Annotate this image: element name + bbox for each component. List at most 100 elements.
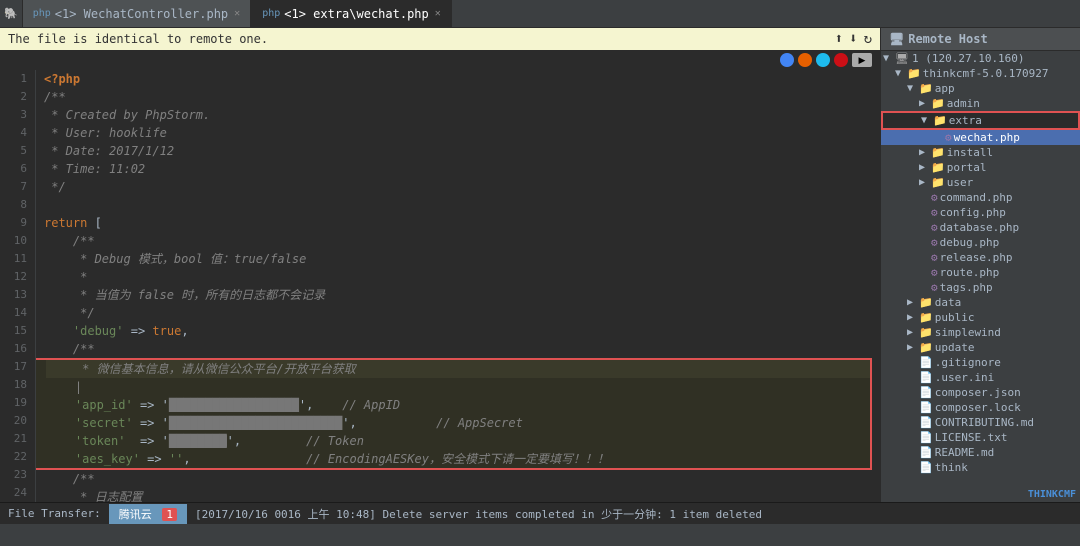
tab-tencent-label: 腾讯云 [119,508,152,521]
firefox-button[interactable] [798,53,812,67]
tree-data[interactable]: ▶ 📁 data [881,295,1080,310]
tree-public[interactable]: ▶ 📁 public [881,310,1080,325]
code-line-11: * Debug 模式，bool 值：true/false [44,250,872,268]
arrow-extra: ▼ [921,115,933,126]
arrow-user: ▶ [919,177,931,188]
tree-tags[interactable]: ⚙ tags.php [881,280,1080,295]
debug-label: debug.php [940,236,1000,249]
tree-thinkcmf[interactable]: ▼ 📁 thinkcmf-5.0.170927 [881,66,1080,81]
tree-update[interactable]: ▶ 📁 update [881,340,1080,355]
arrow-thinkcmf: ▼ [895,68,907,79]
code-line-20: 'secret' => '████████████████████████', … [46,414,870,432]
remote-host-title: Remote Host [908,32,987,46]
refresh-icon[interactable]: ↻ [864,31,872,47]
tree-composer-json[interactable]: 📄 composer.json [881,385,1080,400]
tree-release[interactable]: ⚙ release.php [881,250,1080,265]
server-label: 1 (120.27.10.160) [912,52,1025,65]
remote-host-header: 🖥 Remote Host [881,28,1080,51]
tree-contributing[interactable]: 📄 CONTRIBUTING.md [881,415,1080,430]
close-tab-2[interactable]: ✕ [435,8,441,19]
tab-tencent-num: 1 [162,508,177,521]
config-label: config.php [940,206,1006,219]
run-button[interactable]: ▶ [852,53,872,67]
simplewind-label: simplewind [935,326,1001,339]
opera-button[interactable] [834,53,848,67]
tree-debug[interactable]: ⚙ debug.php [881,235,1080,250]
code-line-19: 'app_id' => '██████████████████', // App… [46,396,870,414]
think-label: think [935,461,968,474]
tree-userini[interactable]: 📄 .user.ini [881,370,1080,385]
php-icon-tags: ⚙ [931,281,938,294]
server-icon: 🖥 [895,52,909,65]
code-line-24: * 日志配置 [44,488,872,502]
tree-server[interactable]: ▼ 🖥 1 (120.27.10.160) [881,51,1080,66]
php-icon-route: ⚙ [931,266,938,279]
notice-text: The file is identical to remote one. [8,32,268,46]
code-container: 12345 678910 1112131415 1617181920 21222… [0,70,880,502]
tree-admin[interactable]: ▶ 📁 admin [881,96,1080,111]
tree-command[interactable]: ⚙ command.php [881,190,1080,205]
chrome-button[interactable] [780,53,794,67]
tree-portal[interactable]: ▶ 📁 portal [881,160,1080,175]
extra-label: extra [949,114,982,127]
tree-gitignore[interactable]: 📄 .gitignore [881,355,1080,370]
php-icon-release: ⚙ [931,251,938,264]
tree-think[interactable]: 📄 think [881,460,1080,475]
tree-install[interactable]: ▶ 📁 install [881,145,1080,160]
tree-simplewind[interactable]: ▶ 📁 simplewind [881,325,1080,340]
code-line-6: * Time: 11:02 [44,160,872,178]
update-label: update [935,341,975,354]
database-label: database.php [940,221,1019,234]
thinkcmf-watermark: THINKCMF [881,487,1080,502]
folder-icon-data: 📁 [919,296,933,309]
tree-readme[interactable]: 📄 README.md [881,445,1080,460]
wechat-label: wechat.php [954,131,1020,144]
line-numbers: 12345 678910 1112131415 1617181920 21222… [0,70,36,502]
upload-icon[interactable]: ⬆ [835,31,843,47]
file-icon-composer-json: 📄 [919,386,933,399]
tab-icon-1: 🐘 [4,7,18,20]
php-icon-config: ⚙ [931,206,938,219]
folder-icon-update: 📁 [919,341,933,354]
tab-label-1: <1> WechatController.php [55,7,228,21]
tree-license[interactable]: 📄 LICENSE.txt [881,430,1080,445]
tab-wechat-php[interactable]: php <1> extra\wechat.php ✕ [251,0,452,27]
php-icon-2: php [262,8,280,19]
folder-icon-install: 📁 [931,146,945,159]
file-icon-contributing: 📄 [919,416,933,429]
php-file-icon-wechat: ⚙ [945,131,952,144]
folder-icon-app: 📁 [919,82,933,95]
tags-label: tags.php [940,281,993,294]
install-label: install [947,146,993,159]
code-line-15: 'debug' => true, [44,322,872,340]
tree-wechat-php[interactable]: ⚙ wechat.php [881,130,1080,145]
file-transfer-label: File Transfer: [8,507,101,520]
tree-route[interactable]: ⚙ route.php [881,265,1080,280]
code-line-1: <?php [44,70,872,88]
php-icon-1: php [33,8,51,19]
tree-extra[interactable]: ▼ 📁 extra [881,111,1080,130]
selection-box: * 微信基本信息，请从微信公众平台/开放平台获取 | 'app_id' => '… [36,358,872,470]
tree-composer-lock[interactable]: 📄 composer.lock [881,400,1080,415]
code-content[interactable]: <?php /** * Created by PhpStorm. * User:… [36,70,880,502]
route-label: route.php [940,266,1000,279]
arrow-server: ▼ [883,53,895,64]
readme-label: README.md [935,446,995,459]
close-tab-1[interactable]: ✕ [234,8,240,19]
folder-icon-admin: 📁 [931,97,945,110]
code-line-7: */ [44,178,872,196]
code-line-5: * Date: 2017/1/12 [44,142,872,160]
arrow-install: ▶ [919,147,931,158]
tree-user[interactable]: ▶ 📁 user [881,175,1080,190]
download-icon[interactable]: ⬇ [849,31,857,47]
folder-icon-thinkcmf: 📁 [907,67,921,80]
tree-app[interactable]: ▼ 📁 app [881,81,1080,96]
ie-button[interactable] [816,53,830,67]
log-tab-tencent[interactable]: 腾讯云 1 [109,504,187,524]
tree-database[interactable]: ⚙ database.php [881,220,1080,235]
tab-wechat-controller[interactable]: php <1> WechatController.php ✕ [22,0,251,27]
code-line-18: | [46,378,870,396]
tree-config[interactable]: ⚙ config.php [881,205,1080,220]
file-tree[interactable]: ▼ 🖥 1 (120.27.10.160) ▼ 📁 thinkcmf-5.0.1… [881,51,1080,487]
php-icon-debug: ⚙ [931,236,938,249]
